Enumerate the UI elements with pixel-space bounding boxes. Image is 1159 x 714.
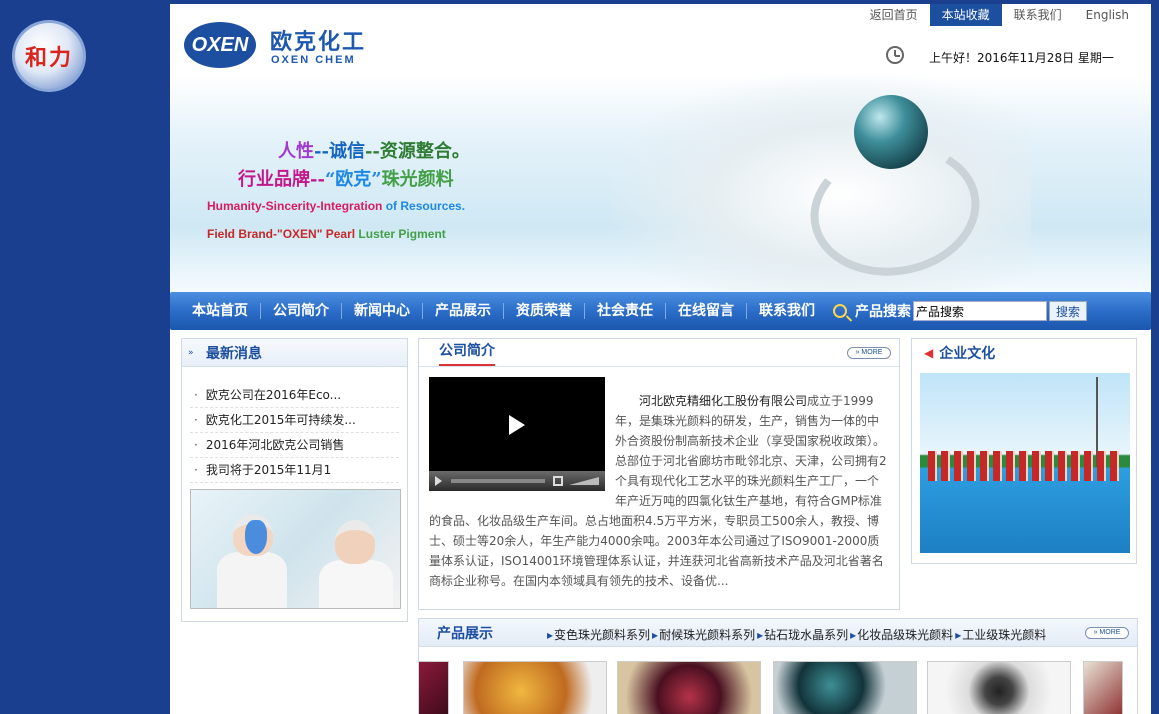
- nav-news[interactable]: 新闻中心: [342, 303, 423, 319]
- product-category[interactable]: 变色珠光颜料系列: [545, 628, 650, 642]
- top-link-bookmark[interactable]: 本站收藏: [929, 4, 1002, 26]
- nav-contact[interactable]: 联系我们: [747, 303, 827, 319]
- news-header: » 最新消息: [182, 339, 407, 367]
- product-thumb[interactable]: [463, 661, 607, 714]
- about-more-button[interactable]: » MORE: [847, 347, 891, 359]
- product-carousel: [419, 661, 1139, 714]
- brand-logo[interactable]: OXEN: [184, 22, 256, 68]
- top-link-home[interactable]: 返回首页: [858, 4, 930, 26]
- players-graphic: [928, 451, 1122, 481]
- volume-icon[interactable]: [569, 477, 599, 485]
- team-photo[interactable]: [920, 373, 1130, 553]
- product-categories: 变色珠光颜料系列耐候珠光颜料系列钻石珑水晶系列化妆品级珠光颜料工业级珠光颜料: [545, 626, 1046, 643]
- banner: 人性--诚信--资源整合。 行业品牌--“欧克”珠光颜料 Humanity-Si…: [170, 75, 1151, 292]
- news-item[interactable]: 欧克公司在2016年Eco...: [190, 383, 399, 408]
- products-more-button[interactable]: » MORE: [1085, 627, 1129, 639]
- culture-header: ◀ 企业文化: [912, 339, 1136, 367]
- product-thumb[interactable]: [419, 661, 449, 714]
- flask-graphic: [245, 520, 267, 554]
- pearl-graphic: [854, 95, 928, 169]
- product-category[interactable]: 钻石珑水晶系列: [755, 628, 848, 642]
- person-body: [319, 560, 393, 608]
- news-list: 欧克公司在2016年Eco... 欧克化工2015年可持续发... 2016年河…: [190, 383, 399, 483]
- culture-title: 企业文化: [939, 346, 996, 362]
- about-header: 公司简介 » MORE: [419, 339, 899, 367]
- latest-news-panel: » 最新消息 欧克公司在2016年Eco... 欧克化工2015年可持续发...…: [181, 338, 408, 622]
- play-icon[interactable]: [509, 415, 525, 435]
- news-item[interactable]: 欧克化工2015年可持续发...: [190, 408, 399, 433]
- person-head: [335, 520, 375, 564]
- product-thumb[interactable]: [773, 661, 917, 714]
- slogan-line-2: 行业品牌--“欧克”珠光颜料: [238, 169, 454, 190]
- product-category[interactable]: 工业级珠光颜料: [953, 628, 1046, 642]
- speaker-icon: ◀: [924, 346, 934, 360]
- nav-products[interactable]: 产品展示: [423, 303, 504, 319]
- product-thumb[interactable]: [927, 661, 1071, 714]
- side-logo-text: 和力: [24, 45, 73, 71]
- company-intro-panel: 公司简介 » MORE 河北欧克精细化工股份有限公司成立于1999年，是集珠光颜…: [418, 338, 900, 610]
- brand-badge-text: OXEN: [191, 33, 249, 56]
- nav-honors[interactable]: 资质荣誉: [504, 303, 585, 319]
- news-title: 最新消息: [206, 345, 262, 362]
- top-link-contact[interactable]: 联系我们: [1002, 4, 1074, 26]
- corporate-culture-panel: ◀ 企业文化: [911, 338, 1137, 564]
- slogan-line-4: Field Brand-"OXEN" Pearl Luster Pigment: [207, 227, 446, 241]
- main-nav: 本站首页 公司简介 新闻中心 产品展示 资质荣誉 社会责任 在线留言 联系我们 …: [170, 292, 1151, 330]
- greeting-datetime: 上午好！2016年11月28日 星期一: [929, 51, 1114, 65]
- nav-responsibility[interactable]: 社会责任: [585, 303, 666, 319]
- product-thumb[interactable]: [617, 661, 761, 714]
- search-input[interactable]: [913, 301, 1047, 321]
- side-logo[interactable]: 和力: [12, 20, 86, 92]
- main-container: OXEN 欧克化工 OXEN CHEM 返回首页 本站收藏 联系我们 Engli…: [170, 4, 1151, 714]
- product-thumb[interactable]: [1083, 661, 1123, 714]
- brand-name-cn: 欧克化工: [270, 30, 367, 55]
- top-link-english[interactable]: English: [1074, 4, 1141, 26]
- lab-photo[interactable]: [190, 489, 401, 609]
- news-item[interactable]: 我司将于2015年11月1: [190, 458, 399, 483]
- header: OXEN 欧克化工 OXEN CHEM 返回首页 本站收藏 联系我们 Engli…: [170, 4, 1151, 75]
- nav-home[interactable]: 本站首页: [180, 303, 261, 319]
- fullscreen-icon[interactable]: [553, 476, 563, 486]
- products-panel: 产品展示 » MORE 变色珠光颜料系列耐候珠光颜料系列钻石珑水晶系列化妆品级珠…: [418, 618, 1138, 714]
- video-player[interactable]: [429, 377, 605, 491]
- company-name[interactable]: 河北欧克精细化工股份有限公司: [615, 394, 807, 408]
- nav-about[interactable]: 公司简介: [261, 303, 342, 319]
- slogan-line-3: Humanity-Sincerity-Integration of Resour…: [207, 199, 466, 213]
- search-button[interactable]: 搜索: [1049, 301, 1087, 321]
- video-progress-bar[interactable]: [451, 479, 545, 483]
- slogan-line-1: 人性--诚信--资源整合。: [278, 141, 470, 162]
- clock-icon: [886, 46, 904, 64]
- search-label: 产品搜索: [855, 304, 911, 320]
- play-button-icon[interactable]: [435, 476, 442, 486]
- video-controls: [429, 471, 605, 491]
- top-links: 返回首页 本站收藏 联系我们 English: [858, 4, 1141, 26]
- search-icon: [833, 304, 847, 318]
- about-title: 公司简介: [439, 340, 495, 366]
- products-title: 产品展示: [437, 625, 493, 642]
- double-arrow-icon: »: [188, 347, 194, 358]
- news-item[interactable]: 2016年河北欧克公司销售: [190, 433, 399, 458]
- brand-name-en: OXEN CHEM: [271, 54, 356, 66]
- product-category[interactable]: 耐候珠光颜料系列: [650, 628, 755, 642]
- nav-message[interactable]: 在线留言: [666, 303, 747, 319]
- product-category[interactable]: 化妆品级珠光颜料: [848, 628, 953, 642]
- person-body: [217, 552, 287, 608]
